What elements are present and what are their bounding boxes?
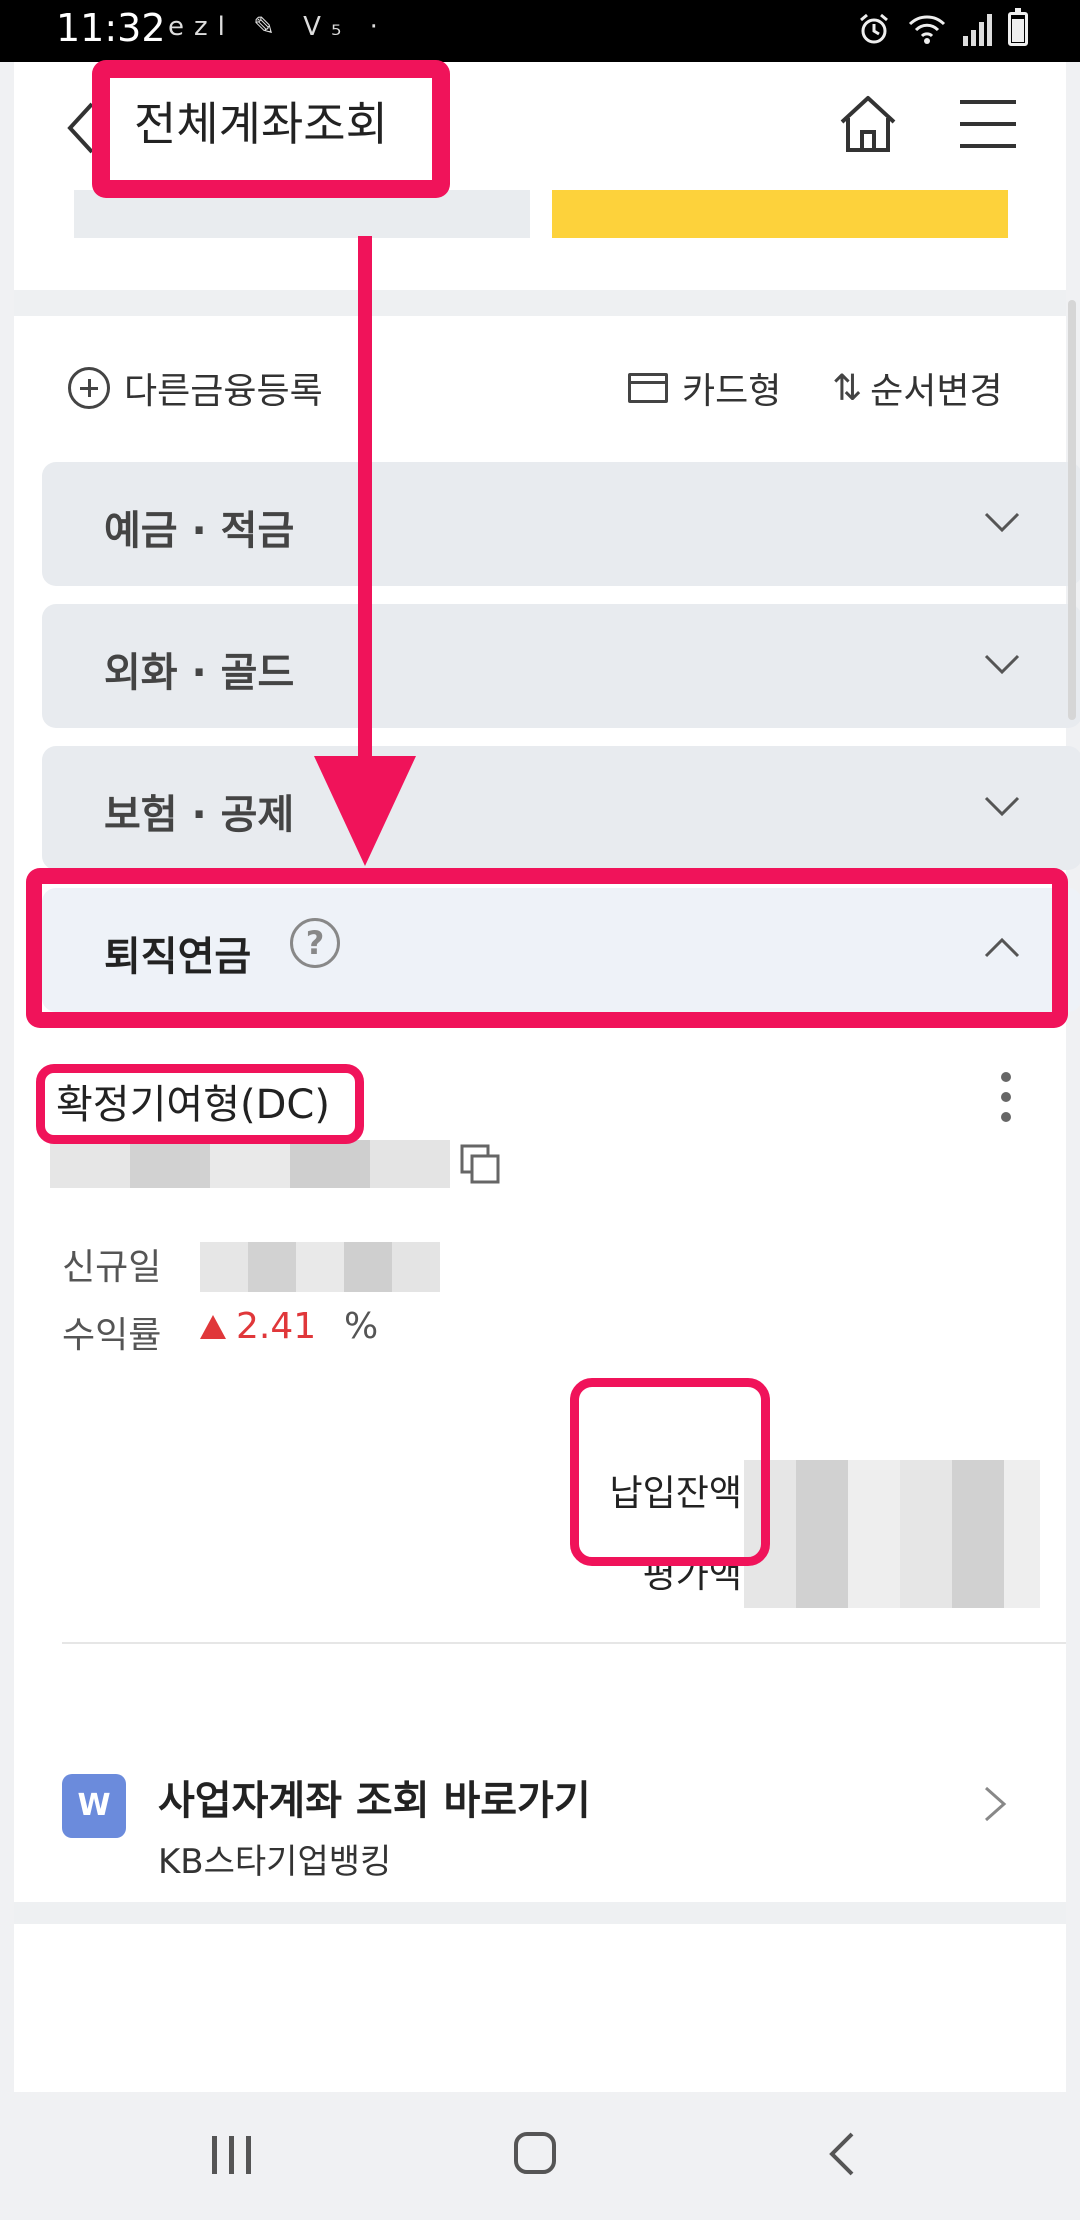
reorder-label: 순서변경 [870,371,1003,412]
account-toolbar: 다른금융등록 카드형 ⇅ 순서변경 [14,362,1066,432]
plus-circle-icon [68,367,110,409]
chevron-down-icon [984,796,1020,817]
annotation-highlight-dc-type [36,1064,364,1144]
scrollbar[interactable] [1068,300,1076,720]
chevron-down-icon [984,512,1020,533]
category-label: 외화 · 골드 [104,650,295,696]
hamburger-menu-icon[interactable] [958,98,1018,150]
annotation-arrow-icon [314,236,416,866]
card-view-button[interactable]: 카드형 [628,362,781,414]
reorder-button[interactable]: ⇅ 순서변경 [832,362,1003,414]
wifi-icon [908,15,946,44]
annotation-highlight-pension [26,868,1068,1028]
new-date-redacted [200,1242,440,1292]
system-nav-bar [0,2092,1080,2220]
card-view-label: 카드형 [682,371,782,412]
return-rate-value: 2.41 [200,1306,316,1347]
divider [62,1642,1066,1644]
copy-icon[interactable] [460,1144,500,1184]
annotation-highlight-balance-labels [570,1378,770,1566]
return-rate-unit: % [344,1306,379,1347]
section-separator [14,290,1066,316]
return-rate-label: 수익률 [62,1315,162,1356]
account-number-redacted [50,1140,450,1188]
sort-arrows-icon: ⇅ [832,367,862,409]
add-other-finance-label: 다른금융등록 [124,371,323,412]
category-deposit-savings[interactable]: 예금 · 적금 [42,462,1080,586]
new-date-label: 신규일 [62,1247,162,1288]
section-separator [14,1902,1066,1924]
alarm-icon [860,13,888,44]
nav-back-icon[interactable] [822,2130,862,2178]
add-other-finance-button[interactable]: 다른금융등록 [68,362,323,414]
status-right-icons [857,8,1028,46]
partially-hidden-yellow-button[interactable] [552,190,1008,238]
business-shortcut-title[interactable]: 사업자계좌 조회 바로가기 [158,1768,591,1826]
category-foreign-gold[interactable]: 외화 · 골드 [42,604,1080,728]
notification-icons: ezl ✎ V₅ · [168,12,388,42]
signal-icon [963,12,992,46]
kb-star-biz-logo: W [62,1774,126,1838]
category-label: 보험 · 공제 [104,792,295,838]
chevron-right-icon[interactable] [980,1784,1010,1824]
recent-apps-icon[interactable] [212,2136,251,2174]
status-bar: 11:32 ezl ✎ V₅ · [0,0,1080,62]
annotation-highlight-title [92,60,450,198]
card-icon [628,373,668,403]
chevron-down-icon [984,654,1020,675]
home-icon[interactable] [836,92,900,156]
more-options-icon[interactable] [998,1072,1014,1128]
status-time: 11:32 [56,6,166,50]
balance-values-redacted [744,1460,1040,1608]
category-label: 예금 · 적금 [104,508,295,554]
category-insurance[interactable]: 보험 · 공제 [42,746,1080,870]
up-triangle-icon [200,1314,226,1339]
home-button-icon[interactable] [514,2132,556,2174]
return-rate-number: 2.41 [236,1306,317,1347]
battery-icon [1008,8,1028,46]
business-shortcut-subtitle: KB스타기업뱅킹 [158,1842,392,1882]
